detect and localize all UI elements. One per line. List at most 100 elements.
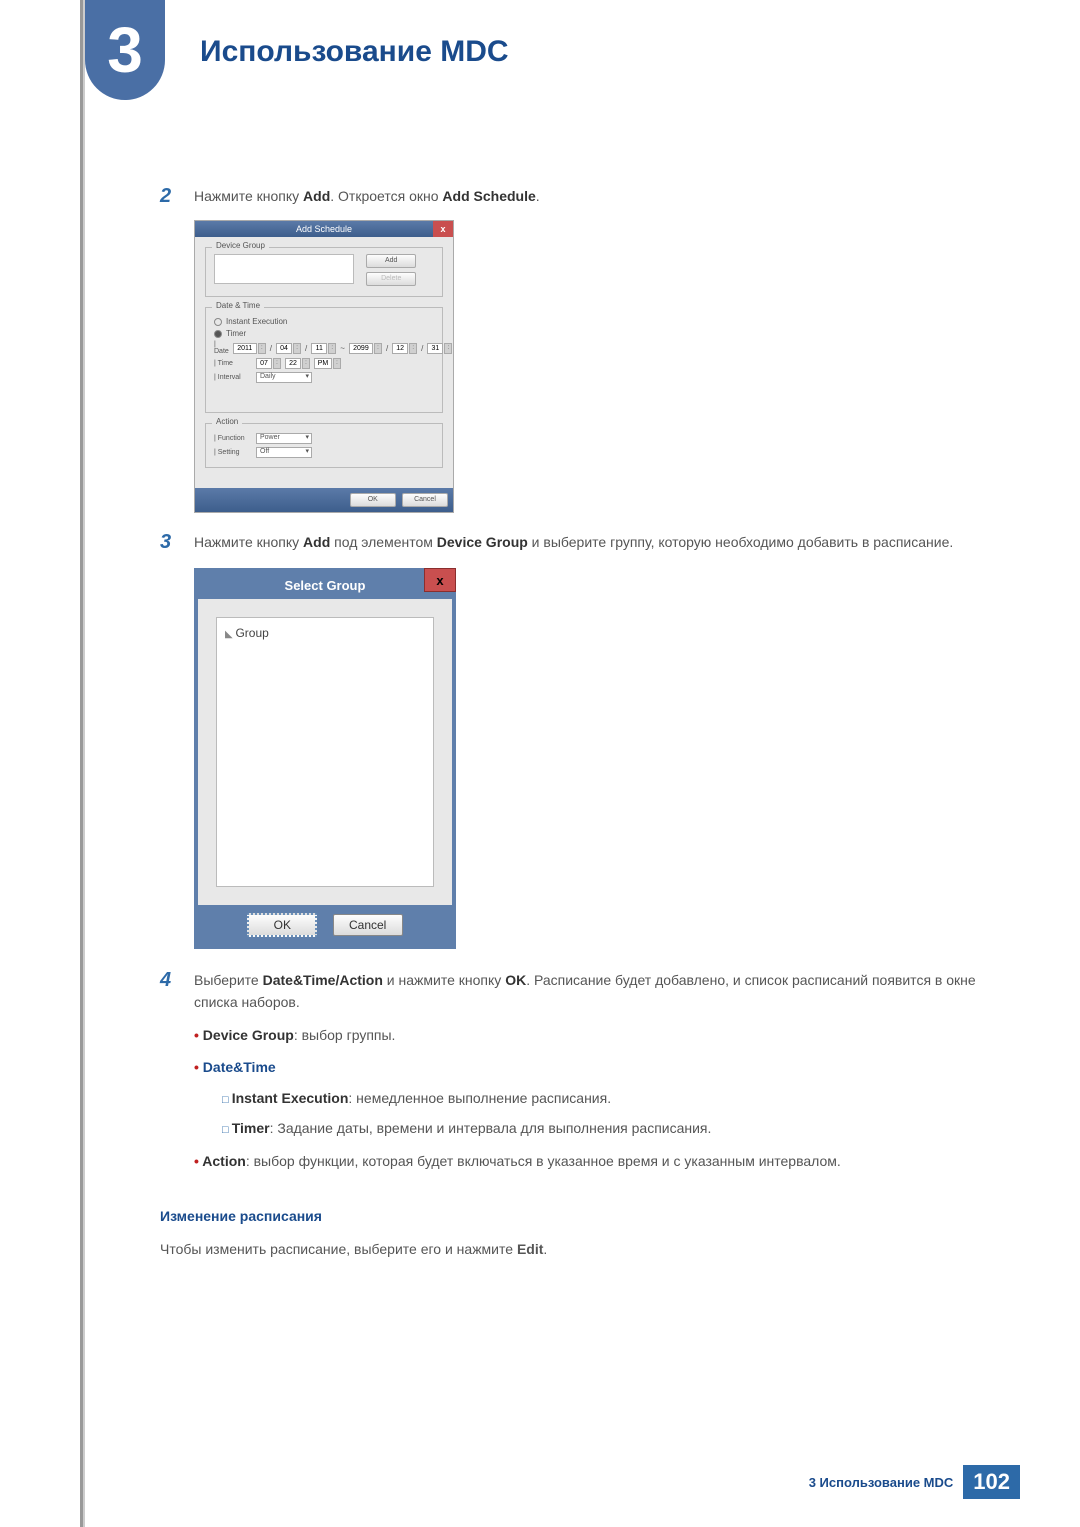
- instant-execution-row: Instant Execution: [214, 317, 434, 326]
- t: : выбор группы.: [294, 1027, 396, 1043]
- select-group-dialog: Select Group x Group OK Cancel: [194, 568, 456, 949]
- spinner-icon[interactable]: :: [333, 358, 341, 369]
- radio-icon[interactable]: [214, 330, 222, 338]
- d2[interactable]: [427, 343, 443, 354]
- b: Timer: [232, 1120, 270, 1136]
- dialog-titlebar: Select Group x: [198, 572, 452, 599]
- b: Edit: [517, 1241, 543, 1257]
- dialog-body: Device Group Add Delete Date & Time Inst…: [195, 237, 453, 488]
- m2[interactable]: [392, 343, 408, 354]
- date-from-year[interactable]: :: [233, 343, 266, 354]
- dialog-title: Add Schedule: [296, 224, 352, 234]
- step-4-text: Выберите Date&Time/Action и нажмите кноп…: [194, 969, 990, 1182]
- sub-instant-execution: Instant Execution: немедленное выполнени…: [222, 1087, 990, 1110]
- sep: /: [270, 344, 272, 353]
- d1[interactable]: [311, 343, 327, 354]
- t: Выберите: [194, 972, 263, 988]
- time-hour[interactable]: :: [256, 358, 281, 369]
- step-3-text: Нажмите кнопку Add под элементом Device …: [194, 531, 990, 554]
- close-icon[interactable]: x: [424, 568, 456, 592]
- y2[interactable]: [349, 343, 373, 354]
- device-group-fieldset: Device Group Add Delete: [205, 247, 443, 297]
- date-to-day[interactable]: :: [427, 343, 452, 354]
- timer-label: Timer: [226, 329, 246, 338]
- cancel-button[interactable]: Cancel: [402, 493, 448, 507]
- spinner-icon[interactable]: :: [302, 358, 310, 369]
- close-icon[interactable]: x: [433, 221, 453, 237]
- b: Action: [202, 1153, 246, 1169]
- date-time-fieldset: Date & Time Instant Execution Timer | Da…: [205, 307, 443, 413]
- spinner-icon[interactable]: :: [328, 343, 336, 354]
- m1[interactable]: [276, 343, 292, 354]
- ok-button[interactable]: OK: [247, 913, 317, 937]
- b: Date&Time/Action: [263, 972, 383, 988]
- h[interactable]: [256, 358, 272, 369]
- t: Чтобы изменить расписание, выберите его …: [160, 1241, 517, 1257]
- dialog-footer: OK Cancel: [198, 905, 452, 945]
- page-content: 2 Нажмите кнопку Add. Откроется окно Add…: [160, 185, 990, 1261]
- spinner-icon[interactable]: :: [273, 358, 281, 369]
- time-row: | Time : : :: [214, 358, 434, 369]
- spinner-icon[interactable]: :: [258, 343, 266, 354]
- cancel-button[interactable]: Cancel: [333, 914, 403, 936]
- interval-select[interactable]: Daily: [256, 372, 312, 383]
- time-label: | Time: [214, 360, 252, 367]
- t: : Задание даты, времени и интервала для …: [270, 1120, 712, 1136]
- dialog-title: Select Group: [285, 578, 366, 593]
- radio-icon[interactable]: [214, 318, 222, 326]
- date-from-month[interactable]: :: [276, 343, 301, 354]
- date-time-legend: Date & Time: [212, 301, 264, 310]
- setting-select[interactable]: Off: [256, 447, 312, 458]
- footer-label: 3 Использование MDC: [809, 1475, 954, 1490]
- t: Нажмите кнопку: [194, 534, 303, 550]
- step-4: 4 Выберите Date&Time/Action и нажмите кн…: [160, 969, 990, 1182]
- group-tree[interactable]: Group: [216, 617, 434, 887]
- ampm[interactable]: [314, 358, 332, 369]
- b: Instant Execution: [232, 1090, 349, 1106]
- m[interactable]: [285, 358, 301, 369]
- setting-row: | Setting Off: [214, 447, 434, 458]
- datetime-sublist: Instant Execution: немедленное выполнени…: [222, 1087, 990, 1140]
- date-to-year[interactable]: :: [349, 343, 382, 354]
- date-from-day[interactable]: :: [311, 343, 336, 354]
- t: : немедленное выполнение расписания.: [348, 1090, 611, 1106]
- date-label: | Date: [214, 341, 229, 355]
- spinner-icon[interactable]: :: [374, 343, 382, 354]
- group-item[interactable]: Group: [225, 626, 425, 640]
- t: под элементом: [330, 534, 437, 550]
- time-minute[interactable]: :: [285, 358, 310, 369]
- spinner-icon[interactable]: :: [409, 343, 417, 354]
- t: .: [543, 1241, 547, 1257]
- sep: /: [305, 344, 307, 353]
- date-to-month[interactable]: :: [392, 343, 417, 354]
- dialog-body: Group: [198, 599, 452, 905]
- step-3: 3 Нажмите кнопку Add под элементом Devic…: [160, 531, 990, 554]
- instant-execution-label: Instant Execution: [226, 317, 287, 326]
- function-label: | Function: [214, 435, 252, 442]
- t: и нажмите кнопку: [383, 972, 505, 988]
- y1[interactable]: [233, 343, 257, 354]
- step-number: 4: [160, 969, 178, 1182]
- device-group-list[interactable]: [214, 254, 354, 284]
- timer-row: Timer: [214, 329, 434, 338]
- b: Add: [303, 188, 330, 204]
- delete-button[interactable]: Delete: [366, 272, 416, 286]
- t: Нажмите кнопку: [194, 188, 303, 204]
- step-number: 3: [160, 531, 178, 554]
- ok-button[interactable]: OK: [350, 493, 396, 507]
- spinner-icon[interactable]: :: [444, 343, 452, 354]
- step-2-text: Нажмите кнопку Add. Откроется окно Add S…: [194, 185, 990, 208]
- footer-page-number: 102: [963, 1465, 1020, 1499]
- add-button[interactable]: Add: [366, 254, 416, 268]
- action-fieldset: Action | Function Power | Setting Off: [205, 423, 443, 468]
- time-ampm[interactable]: :: [314, 358, 341, 369]
- page-footer: 3 Использование MDC 102: [809, 1465, 1020, 1499]
- b: Device Group: [437, 534, 528, 550]
- date-row: | Date : / : / : ~ : / : / :: [214, 341, 434, 355]
- add-schedule-dialog: Add Schedule x Device Group Add Delete D…: [194, 220, 454, 513]
- function-select[interactable]: Power: [256, 433, 312, 444]
- chapter-number: 3: [107, 13, 143, 87]
- bullet-action: Action: выбор функции, которая будет вкл…: [194, 1150, 990, 1172]
- action-legend: Action: [212, 417, 242, 426]
- spinner-icon[interactable]: :: [293, 343, 301, 354]
